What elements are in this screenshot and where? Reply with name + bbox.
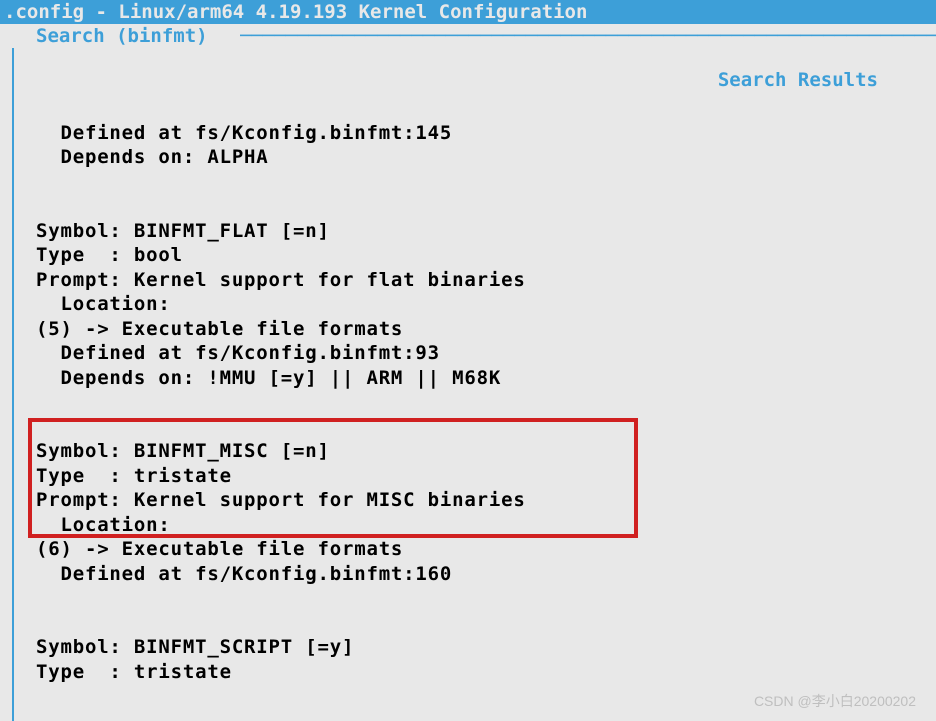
- prompt-flat: Prompt: Kernel support for flat binaries: [36, 269, 526, 291]
- menu-flat: (5) -> Executable file formats: [36, 318, 403, 340]
- type-flat: Type : bool: [36, 244, 183, 266]
- type-script: Type : tristate: [36, 661, 232, 683]
- search-line: Search (binfmt) ────────────────────────…: [0, 24, 936, 48]
- prompt-misc: Prompt: Kernel support for MISC binaries: [36, 489, 526, 511]
- search-dashes: ────────────────────────────────────────…: [240, 24, 936, 48]
- depends-flat: Depends on: !MMU [=y] || ARM || M68K: [36, 367, 501, 389]
- results-label: Search Results: [710, 68, 886, 92]
- search-results-content[interactable]: Defined at fs/Kconfig.binfmt:145 Depends…: [0, 72, 936, 684]
- title-bar: .config - Linux/arm64 4.19.193 Kernel Co…: [0, 0, 936, 24]
- search-label: Search (binfmt): [0, 24, 208, 48]
- depends-line: Depends on: ALPHA: [36, 146, 269, 168]
- results-line: Search Results: [0, 48, 936, 72]
- symbol-script: Symbol: BINFMT_SCRIPT [=y]: [36, 636, 354, 658]
- watermark: CSDN @李小白20200202: [754, 691, 916, 711]
- border-left: [12, 48, 14, 721]
- window-title: .config - Linux/arm64 4.19.193 Kernel Co…: [4, 1, 587, 23]
- defined-misc: Defined at fs/Kconfig.binfmt:160: [36, 563, 452, 585]
- menu-misc: (6) -> Executable file formats: [36, 538, 403, 560]
- symbol-flat: Symbol: BINFMT_FLAT [=n]: [36, 220, 330, 242]
- symbol-misc: Symbol: BINFMT_MISC [=n]: [36, 440, 330, 462]
- defined-line: Defined at fs/Kconfig.binfmt:145: [36, 122, 452, 144]
- type-misc: Type : tristate: [36, 465, 232, 487]
- defined-flat: Defined at fs/Kconfig.binfmt:93: [36, 342, 440, 364]
- location-flat: Location:: [36, 293, 171, 315]
- location-misc: Location:: [36, 514, 171, 536]
